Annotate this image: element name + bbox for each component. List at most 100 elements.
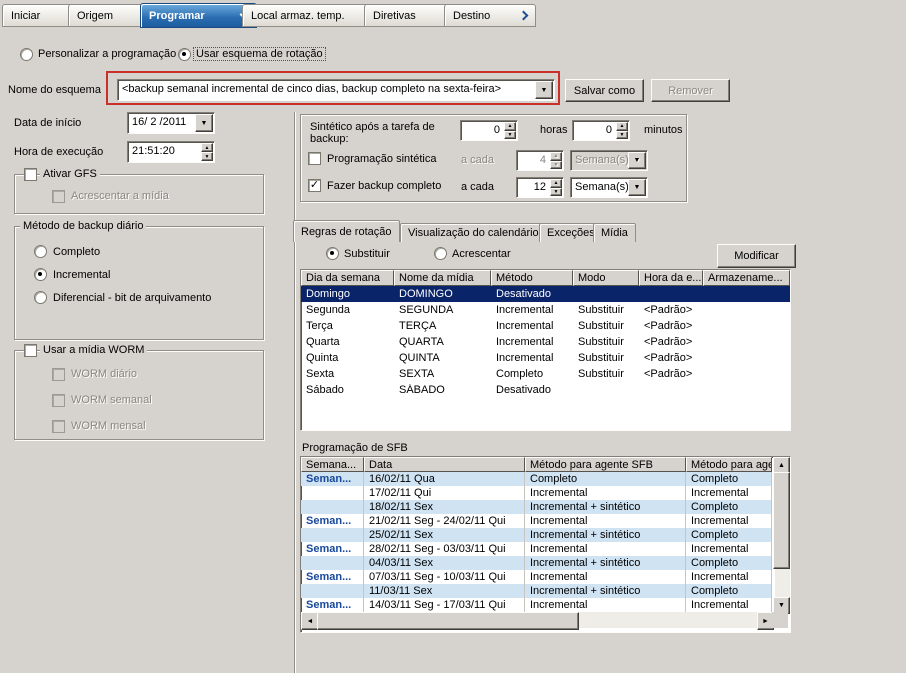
radio-usar-esquema-label[interactable]: Usar esquema de rotação [194, 48, 325, 60]
checkbox-programacao-sintetica[interactable] [308, 152, 321, 165]
tab-midia[interactable]: Mídia [593, 223, 636, 242]
cell-method-sfb: Incremental + sintético [525, 500, 686, 514]
radio-usar-esquema-rotacao[interactable] [178, 48, 191, 61]
dropdown-arrow-icon[interactable]: ▼ [628, 179, 646, 196]
table-row[interactable]: 17/02/11 Qui Incremental Incremental [301, 486, 772, 500]
tab-visualizacao-calendario[interactable]: Visualização do calendário [400, 223, 547, 242]
cell-date: 25/02/11 Sex [364, 528, 525, 542]
spin-up-icon[interactable]: ▲ [504, 122, 516, 131]
spin-down-icon[interactable]: ▼ [550, 188, 562, 197]
column-header[interactable]: Semana... [301, 457, 364, 472]
vertical-scroll-thumb[interactable] [773, 472, 790, 569]
spin-down-icon[interactable]: ▼ [550, 161, 562, 170]
cell-hour: <Padrão> [639, 336, 703, 348]
column-header[interactable]: Método para agei [686, 457, 772, 472]
cell-date: 21/02/11 Seg - 24/02/11 Qui [364, 514, 525, 528]
checkbox-worm-diario[interactable] [52, 368, 65, 381]
scheme-name-combobox[interactable]: <backup semanal incremental de cinco dia… [117, 79, 555, 101]
table-row[interactable]: Seman... 16/02/11 Qua Completo Completo [301, 472, 772, 486]
checkbox-worm-semanal[interactable] [52, 394, 65, 407]
spin-up-icon[interactable]: ▲ [616, 122, 628, 131]
checkbox-usar-midia-worm[interactable] [24, 344, 37, 357]
cell-day: Segunda [301, 304, 394, 316]
synthetic-unit-combobox[interactable]: Semana(s) ▼ [570, 150, 648, 171]
table-row[interactable]: Quinta QUINTA Incremental Substituir <Pa… [301, 350, 790, 366]
table-row[interactable]: Sábado SÁBADO Desativado [301, 382, 790, 398]
spin-up-icon[interactable]: ▲ [201, 143, 213, 152]
table-row[interactable]: Segunda SEGUNDA Incremental Substituir <… [301, 302, 790, 318]
table-row[interactable]: Seman... 21/02/11 Seg - 24/02/11 Qui Inc… [301, 514, 772, 528]
dropdown-arrow-icon[interactable]: ▼ [535, 81, 553, 99]
column-header[interactable]: Modo [573, 270, 639, 286]
table-row[interactable]: Seman... 28/02/11 Seg - 03/03/11 Qui Inc… [301, 542, 772, 556]
spin-down-icon[interactable]: ▼ [504, 131, 516, 140]
column-header[interactable]: Hora da e... [639, 270, 703, 286]
table-row[interactable]: Seman... 14/03/11 Seg - 17/03/11 Qui Inc… [301, 598, 772, 612]
column-header[interactable]: Método para agente SFB [525, 457, 686, 472]
fazer-backup-completo-label[interactable]: Fazer backup completo [327, 180, 441, 192]
tab-local-armaz-temp[interactable]: Local armaz. temp. [242, 4, 379, 27]
checkbox-acrescentar-midia[interactable] [52, 190, 65, 203]
column-header[interactable]: Armazename... [703, 270, 790, 286]
programacao-sintetica-label[interactable]: Programação sintética [327, 153, 436, 165]
radio-diferencial-label[interactable]: Diferencial - bit de arquivamento [53, 292, 211, 304]
dropdown-arrow-icon[interactable]: ▼ [628, 152, 646, 169]
start-date-combobox[interactable]: 16/ 2 /2011 ▼ [127, 112, 215, 134]
cell-method-sfb: Incremental [525, 486, 686, 500]
dropdown-arrow-icon[interactable]: ▼ [195, 114, 213, 132]
cell-method-agent: Completo [686, 556, 772, 570]
checkbox-fazer-backup-completo[interactable]: ✓ [308, 179, 321, 192]
spin-up-icon[interactable]: ▲ [550, 152, 562, 161]
radio-completo-label[interactable]: Completo [53, 246, 100, 258]
spin-up-icon[interactable]: ▲ [550, 179, 562, 188]
column-header[interactable]: Data [364, 457, 525, 472]
synthetic-every-spinbox[interactable]: 4 ▲ ▼ [516, 150, 564, 171]
column-header[interactable]: Nome da mídia [394, 270, 491, 286]
table-row[interactable]: Quarta QUARTA Incremental Substituir <Pa… [301, 334, 790, 350]
synthetic-hours-spinbox[interactable]: 0 ▲ ▼ [460, 120, 518, 141]
table-row[interactable]: Domingo DOMINGO Desativado [301, 286, 790, 302]
radio-completo[interactable] [34, 245, 47, 258]
column-header[interactable]: Método [491, 270, 573, 286]
radio-acrescentar[interactable] [434, 247, 447, 260]
table-row[interactable]: Sexta SEXTA Completo Substituir <Padrão> [301, 366, 790, 382]
full-backup-unit-combobox[interactable]: Semana(s) ▼ [570, 177, 648, 198]
horizontal-scroll-thumb[interactable] [317, 612, 579, 630]
tab-destino[interactable]: Destino [444, 4, 536, 27]
table-row[interactable]: Seman... 07/03/11 Seg - 10/03/11 Qui Inc… [301, 570, 772, 584]
spin-down-icon[interactable]: ▼ [616, 131, 628, 140]
checkbox-worm-mensal[interactable] [52, 420, 65, 433]
remove-button[interactable]: Remover [651, 79, 730, 102]
radio-incremental-label[interactable]: Incremental [53, 269, 110, 281]
modify-button[interactable]: Modificar [717, 244, 796, 268]
synthetic-minutes-spinbox[interactable]: 0 ▲ ▼ [572, 120, 630, 141]
radio-acrescentar-label[interactable]: Acrescentar [452, 248, 511, 260]
table-row[interactable]: 18/02/11 Sex Incremental + sintético Com… [301, 500, 772, 514]
exec-time-spinbox[interactable]: 21:51:20 ▲ ▼ [127, 141, 215, 163]
full-backup-every-spinbox[interactable]: 12 ▲ ▼ [516, 177, 564, 198]
radio-diferencial[interactable] [34, 291, 47, 304]
radio-personalizar-programacao[interactable] [20, 48, 33, 61]
cell-date: 18/02/11 Sex [364, 500, 525, 514]
cell-method-agent: Completo [686, 528, 772, 542]
table-row[interactable]: 04/03/11 Sex Incremental + sintético Com… [301, 556, 772, 570]
exec-time-value: 21:51:20 [132, 145, 175, 157]
tab-regras-de-rotacao[interactable]: Regras de rotação [293, 220, 400, 242]
table-row[interactable]: 25/02/11 Sex Incremental + sintético Com… [301, 528, 772, 542]
usar-midia-worm-label[interactable]: Usar a mídia WORM [40, 344, 147, 356]
table-row[interactable]: 11/03/11 Sex Incremental + sintético Com… [301, 584, 772, 598]
cell-media: SEXTA [394, 368, 491, 380]
radio-personalizar-label[interactable]: Personalizar a programação [38, 48, 176, 60]
cell-method-agent: Incremental [686, 486, 772, 500]
spin-down-icon[interactable]: ▼ [201, 152, 213, 161]
table-row[interactable]: Terça TERÇA Incremental Substituir <Padr… [301, 318, 790, 334]
checkbox-ativar-gfs[interactable] [24, 168, 37, 181]
cell-day: Quarta [301, 336, 394, 348]
tab-programar[interactable]: Programar [140, 3, 257, 28]
radio-substituir[interactable] [326, 247, 339, 260]
save-as-button[interactable]: Salvar como [565, 79, 644, 102]
column-header[interactable]: Dia da semana [301, 270, 394, 286]
radio-substituir-label[interactable]: Substituir [344, 248, 390, 260]
ativar-gfs-label[interactable]: Ativar GFS [40, 168, 100, 180]
radio-incremental[interactable] [34, 268, 47, 281]
